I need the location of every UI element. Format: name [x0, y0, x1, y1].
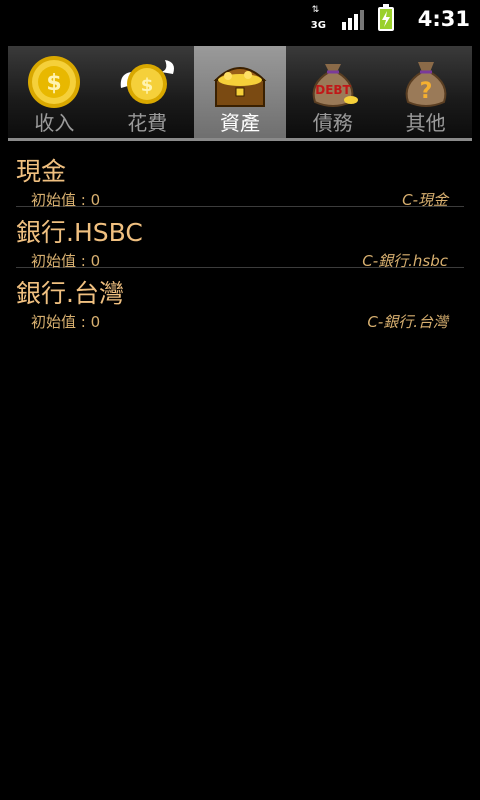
list-item[interactable]: 銀行.台灣 初始值 : 0 C-銀行.台灣	[16, 268, 464, 331]
tab-expense[interactable]: $ 花費	[101, 46, 194, 138]
network-label: 3G	[310, 20, 326, 31]
svg-text:DEBT: DEBT	[315, 83, 351, 97]
tab-other-label: 其他	[405, 111, 446, 135]
account-initial-value: 初始值 : 0	[31, 313, 101, 331]
question-bag-icon: ?	[405, 62, 446, 107]
svg-text:$: $	[141, 75, 154, 96]
tab-other[interactable]: ? 其他	[379, 46, 472, 138]
account-name: 銀行.台灣	[16, 279, 124, 308]
status-bar: ⇅ 3G 4:31	[0, 0, 480, 38]
svg-text:?: ?	[419, 79, 432, 104]
tab-debt[interactable]: DEBT 債務	[286, 46, 379, 138]
clock: 4:31	[417, 7, 470, 31]
status-icons: ⇅ 3G 4:31	[310, 0, 470, 38]
debt-bag-icon: DEBT	[312, 64, 358, 107]
tab-income[interactable]: $ 收入	[8, 46, 101, 138]
account-name: 銀行.HSBC	[16, 218, 143, 247]
tab-assets-label: 資產	[219, 111, 260, 135]
tab-assets[interactable]: 資產	[193, 46, 287, 138]
treasure-chest-icon	[213, 67, 267, 107]
tab-expense-label: 花費	[127, 111, 168, 135]
list-item[interactable]: 現金 初始值 : 0 C-現金	[16, 146, 464, 209]
gold-coin-icon: $	[28, 56, 81, 108]
tabs-divider	[8, 138, 472, 141]
category-tabs: $ 收入 $ 花費 資產 DEBT 債務 ? 其他	[8, 46, 472, 138]
battery-charging-icon	[377, 4, 394, 31]
account-name: 現金	[16, 157, 67, 186]
list-item[interactable]: 銀行.HSBC 初始值 : 0 C-銀行.hsbc	[16, 207, 464, 270]
svg-text:$: $	[47, 71, 62, 96]
tab-debt-label: 債務	[312, 111, 353, 135]
account-code: C-銀行.台灣	[367, 313, 448, 331]
tab-income-label: 收入	[34, 111, 75, 135]
account-list: 現金 初始值 : 0 C-現金 銀行.HSBC 初始值 : 0 C-銀行.hsb…	[16, 146, 464, 331]
network-3g-icon: ⇅ 3G	[310, 5, 326, 32]
signal-strength-icon	[341, 8, 364, 30]
flying-coin-icon: $	[120, 60, 175, 104]
